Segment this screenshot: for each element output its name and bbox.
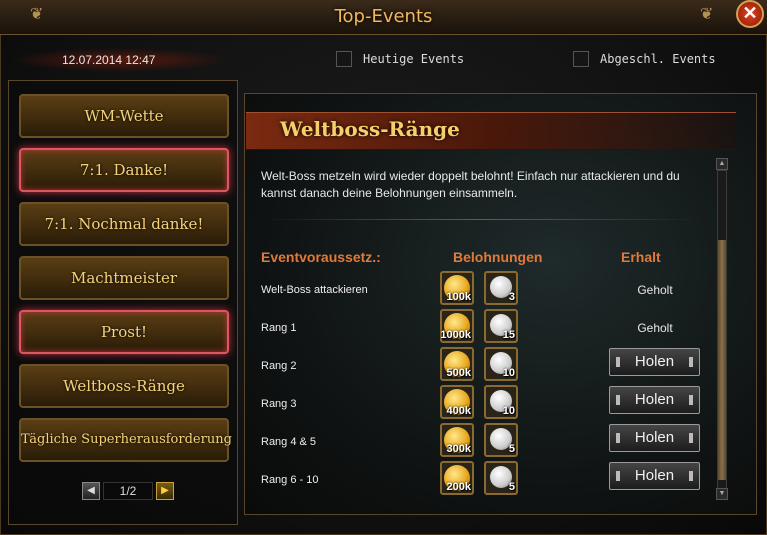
prev-page-button[interactable]: ◀: [82, 482, 100, 500]
rewards-header: Belohnungen: [453, 249, 543, 265]
divider: [262, 219, 702, 220]
scrollbar-thumb[interactable]: [718, 240, 726, 480]
claim-button[interactable]: Holen: [609, 386, 700, 414]
event-title: Weltboss-Ränge: [280, 117, 460, 141]
next-page-button[interactable]: ▶: [156, 482, 174, 500]
requirement-header: Eventvoraussetz.:: [261, 249, 381, 265]
requirement-label: Welt-Boss attackieren: [261, 284, 368, 296]
reward-gold[interactable]: 500k: [440, 347, 474, 381]
reward-ball[interactable]: 3: [484, 271, 518, 305]
reward-gold[interactable]: 400k: [440, 385, 474, 419]
reward-gold[interactable]: 200k: [440, 461, 474, 495]
page-indicator: 1/2: [103, 482, 153, 500]
claimed-status: Geholt: [637, 283, 673, 297]
today-events-label: Heutige Events: [363, 52, 465, 66]
event-item-prost[interactable]: Prost!: [19, 310, 229, 354]
event-item-superherausforderung[interactable]: Tägliche Superherausforderung: [19, 418, 232, 462]
claimed-status: Geholt: [637, 321, 673, 335]
event-item-machtmeister[interactable]: Machtmeister: [19, 256, 229, 300]
reward-ball[interactable]: 5: [484, 461, 518, 495]
reward-ball[interactable]: 10: [484, 385, 518, 419]
closed-events-checkbox[interactable]: [573, 51, 589, 67]
requirement-label: Rang 3: [261, 398, 297, 410]
reward-ball[interactable]: 15: [484, 309, 518, 343]
event-item-wm-wette[interactable]: WM-Wette: [19, 94, 229, 138]
requirement-label: Rang 6 - 10: [261, 474, 319, 486]
close-button[interactable]: ✕: [736, 0, 764, 28]
event-item-danke[interactable]: 7:1. Danke!: [19, 148, 229, 192]
event-item-weltboss[interactable]: Weltboss-Ränge: [19, 364, 229, 408]
event-item-nochmal-danke[interactable]: 7:1. Nochmal danke!: [19, 202, 229, 246]
window-title: Top-Events: [334, 6, 433, 27]
claim-button[interactable]: Holen: [609, 348, 700, 376]
claim-button[interactable]: Holen: [609, 424, 700, 452]
status-header: Erhalt: [621, 249, 661, 265]
reward-ball[interactable]: 10: [484, 347, 518, 381]
event-description: Welt-Boss metzeln wird wieder doppelt be…: [261, 169, 680, 200]
today-events-checkbox[interactable]: [336, 51, 352, 67]
requirement-label: Rang 4 & 5: [261, 436, 317, 448]
reward-gold[interactable]: 100k: [440, 271, 474, 305]
current-datetime: 12.07.2014 12:47: [62, 53, 156, 67]
requirement-label: Rang 2: [261, 360, 297, 372]
scroll-down-icon[interactable]: ▼: [716, 488, 728, 500]
claim-button[interactable]: Holen: [609, 462, 700, 490]
requirement-label: Rang 1: [261, 322, 297, 334]
scroll-up-icon[interactable]: ▲: [716, 158, 728, 170]
closed-events-label: Abgeschl. Events: [600, 52, 716, 66]
reward-gold[interactable]: 300k: [440, 423, 474, 457]
reward-gold[interactable]: 1000k: [440, 309, 474, 343]
reward-ball[interactable]: 5: [484, 423, 518, 457]
